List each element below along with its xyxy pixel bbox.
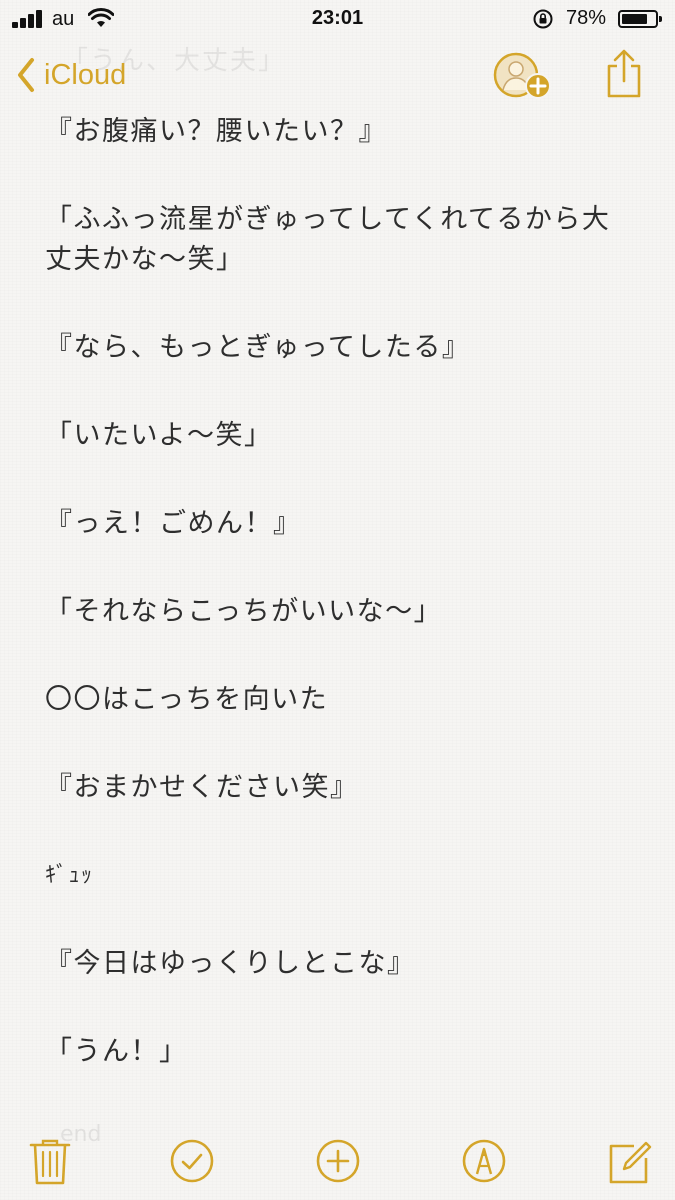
share-icon <box>607 49 641 98</box>
note-line: 『なら、もっとぎゅってしたる』 <box>45 332 471 363</box>
battery-icon <box>618 10 662 28</box>
bottom-toolbar: end <box>0 1122 675 1200</box>
add-person-icon <box>493 52 551 99</box>
note-line: 『お腹痛い？腰いたい？』 <box>45 116 387 147</box>
note-line: 丈夫かな〜笑」 <box>45 244 245 275</box>
back-button-label: iCloud <box>44 58 127 91</box>
add-button[interactable] <box>314 1136 362 1186</box>
note-line: 「それならこっちがいいな〜」 <box>45 596 443 627</box>
note-line: ｷﾞｭｯ <box>45 863 94 888</box>
note-line: 「うん！」 <box>45 1036 188 1067</box>
markup-icon <box>462 1139 506 1183</box>
note-line: 〇〇はこっちを向いた <box>45 684 329 715</box>
delete-button[interactable] <box>26 1136 74 1186</box>
add-icon <box>316 1139 360 1183</box>
compose-icon <box>609 1141 652 1184</box>
back-button[interactable]: iCloud <box>16 50 126 100</box>
trash-icon <box>29 1139 71 1185</box>
battery-percentage: 78% <box>566 7 607 29</box>
rotation-lock-icon <box>533 9 553 29</box>
note-line: 『おまかせください笑』 <box>45 772 359 803</box>
checklist-icon <box>170 1139 214 1183</box>
markup-button[interactable] <box>460 1136 508 1186</box>
checklist-button[interactable] <box>168 1136 216 1186</box>
add-people-button[interactable] <box>492 52 554 102</box>
compose-button[interactable] <box>606 1136 654 1186</box>
note-line: 『今日はゆっくりしとこな』 <box>45 948 416 979</box>
chevron-left-icon <box>18 58 34 92</box>
share-button[interactable] <box>604 48 644 100</box>
status-bar: au 23:01 78% <box>0 0 675 40</box>
navigation-bar: 「うん、大丈夫」 iCloud <box>0 40 675 112</box>
battery-level-fill <box>622 14 647 24</box>
note-line: 「ふふっ流星がぎゅってしてくれてるから大 <box>45 204 611 235</box>
note-line: 『っえ！ごめん！』 <box>45 508 302 539</box>
note-line: 「いたいよ〜笑」 <box>45 420 273 451</box>
